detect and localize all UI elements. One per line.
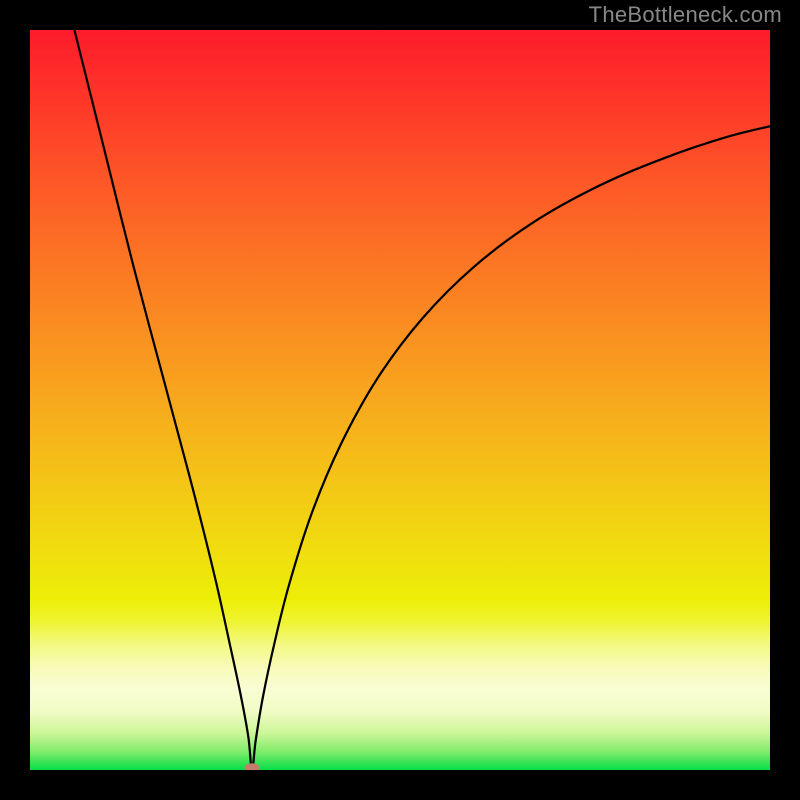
series-curve — [74, 30, 770, 770]
plot-area — [30, 30, 770, 770]
chart-container: TheBottleneck.com — [0, 0, 800, 800]
watermark-text: TheBottleneck.com — [589, 2, 782, 28]
chart-svg — [30, 30, 770, 770]
minimum-marker — [245, 763, 260, 770]
